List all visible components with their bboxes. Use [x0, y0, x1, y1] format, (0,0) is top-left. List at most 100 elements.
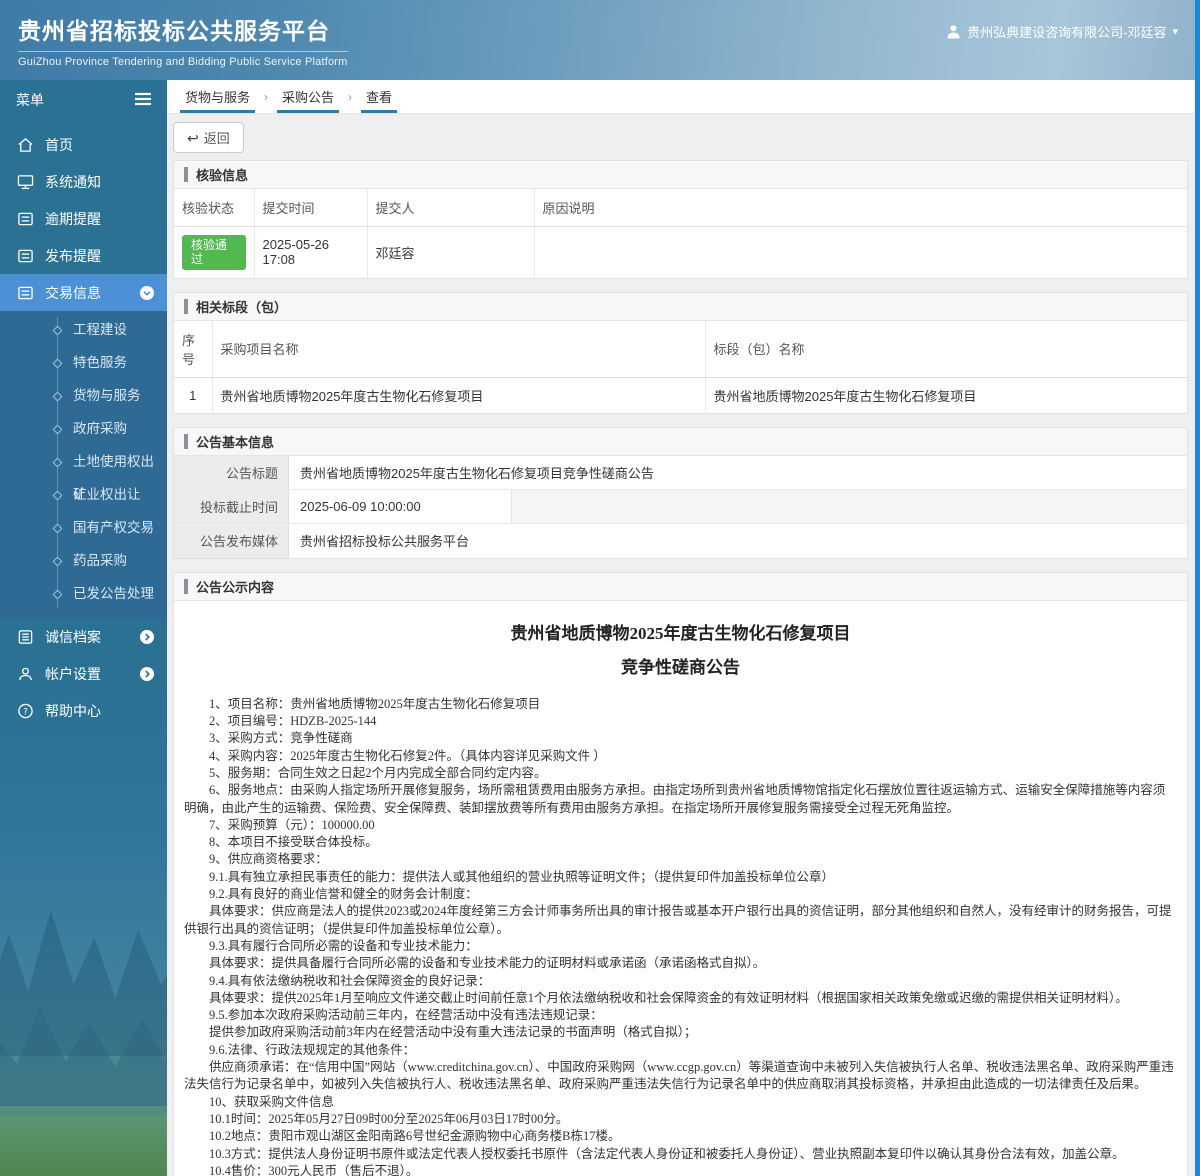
paragraph: 9.6.法律、行政法规规定的其他条件： — [209, 1042, 416, 1057]
column-header: 提交时间 — [254, 189, 368, 227]
menu-label: 菜单 — [16, 92, 44, 108]
home-icon — [17, 137, 34, 153]
paragraph: 1、项目名称：贵州省地质博物2025年度古生物化石修复项目 — [209, 696, 541, 711]
column-header: 提交人 — [367, 189, 535, 227]
paragraph: 9.1.具有独立承担民事责任的能力：提供法人或其他组织的营业执照等证明文件；（提… — [209, 869, 835, 884]
paragraph: 9.5.参加本次政府采购活动前三年内，在经营活动中没有违法违规记录： — [209, 1008, 603, 1023]
user-icon — [946, 24, 961, 39]
paragraph: 4、采购内容：2025年度古生物化石修复2件。（具体内容详见采购文件 ） — [209, 748, 606, 763]
sidebar-item-publish-reminder[interactable]: 发布提醒 — [0, 237, 167, 274]
user-menu[interactable]: 贵州弘典建设咨询有限公司-邓廷容 ▾ — [946, 22, 1178, 41]
document-icon — [17, 285, 34, 301]
paragraph: 5、服务期：合同生效之日起2个月内完成全部合同约定内容。 — [209, 765, 547, 780]
row-number-cell: 1 — [174, 377, 213, 413]
section-marker — [184, 167, 188, 182]
chevron-right-circle-icon — [140, 629, 154, 644]
column-header: 核验状态 — [174, 189, 255, 227]
section-title: 公告基本信息 — [196, 434, 275, 450]
sidebar-item-label: 交易信息 — [45, 284, 101, 301]
paragraph: 3、采购方式：竞争性磋商 — [209, 731, 353, 746]
sidebar-item-label: 帮助中心 — [45, 702, 101, 719]
notice-content-panel: 公告公示内容 贵州省地质博物2025年度古生物化石修复项目 竞争性磋商公告 1、… — [173, 571, 1188, 1176]
sections-table: 序号 采购项目名称 标段（包）名称 1 贵州省地质博物2025年度古生物化石修复… — [174, 320, 1187, 413]
section-title: 相关标段（包） — [196, 299, 288, 315]
main-content: 货物与服务 › 采购公告 › 查看 ↩ 返回 核验信息 核验状态 提交时间 提交… — [167, 80, 1200, 1176]
breadcrumb-view[interactable]: 查看 — [361, 80, 398, 114]
breadcrumb-separator-icon: › — [264, 89, 269, 104]
document-paragraphs: 1、项目名称：贵州省地质博物2025年度古生物化石修复项目 2、项目编号：HDZ… — [184, 696, 1177, 1176]
submenu-item-mining-rights[interactable]: 矿业权出让 — [0, 478, 167, 511]
trade-info-submenu: 工程建设 特色服务 货物与服务 政府采购 土地使用权出让 矿业权出让 国有产权交… — [0, 311, 167, 618]
column-header: 序号 — [174, 320, 213, 378]
column-header: 标段（包）名称 — [705, 320, 1187, 378]
paragraph: 7、采购预算（元）：100000.00 — [209, 817, 375, 832]
info-row-publish-media: 公告发布媒体 贵州省招标投标公共服务平台 — [174, 523, 1187, 558]
back-button[interactable]: ↩ 返回 — [173, 122, 244, 153]
document-title-line1: 贵州省地质博物2025年度古生物化石修复项目 — [510, 623, 851, 643]
hamburger-icon[interactable] — [134, 92, 152, 109]
sidebar-item-system-notice[interactable]: 系统通知 — [0, 163, 167, 200]
verification-info-panel: 核验信息 核验状态 提交时间 提交人 原因说明 核验通过 2025-05-26 … — [173, 160, 1188, 279]
empty-cell — [512, 489, 1187, 523]
document-title-line2: 竞争性磋商公告 — [621, 657, 740, 677]
page-root: 贵州省招标投标公共服务平台 GuiZhou Province Tendering… — [0, 0, 1200, 1176]
svg-text:?: ? — [23, 706, 28, 716]
sidebar-item-label: 发布提醒 — [45, 247, 101, 264]
chevron-right-circle-icon — [140, 666, 154, 681]
reason-cell — [534, 227, 1187, 278]
section-marker — [184, 433, 188, 449]
back-icon: ↩ — [187, 129, 199, 146]
list-icon — [17, 629, 34, 645]
verification-table: 核验状态 提交时间 提交人 原因说明 核验通过 2025-05-26 17:08… — [174, 189, 1187, 278]
sidebar-item-trade-info[interactable]: 交易信息 — [0, 274, 167, 311]
sidebar-item-label: 帐户设置 — [45, 665, 101, 682]
sidebar-item-label: 诚信档案 — [45, 628, 101, 645]
user-name: 贵州弘典建设咨询有限公司-邓廷容 — [967, 24, 1167, 40]
paragraph: 2、项目编号：HDZB-2025-144 — [209, 714, 377, 729]
verify-status-cell: 核验通过 — [174, 226, 255, 278]
sidebar-background-fields — [0, 1116, 167, 1176]
paragraph: 9、供应商资格要求： — [209, 852, 328, 867]
column-header: 采购项目名称 — [212, 320, 706, 378]
table-row: 核验通过 2025-05-26 17:08 邓廷容 — [174, 226, 1187, 278]
breadcrumb-procurement-notice[interactable]: 采购公告 — [277, 80, 340, 114]
document-icon — [17, 248, 34, 264]
sidebar-item-home[interactable]: 首页 — [0, 126, 167, 163]
panel-header: 相关标段（包） — [174, 292, 1187, 321]
sidebar: 菜单 首页 系统通知 逾期提醒 发布提醒 交易信息 工程建设 特色服务 货物与服… — [0, 80, 167, 1176]
status-badge: 核验通过 — [182, 235, 246, 270]
submenu-item-goods-services[interactable]: 货物与服务 — [0, 379, 167, 412]
person-icon — [17, 666, 34, 682]
paragraph: 具体要求：提供2025年1月至响应文件递交截止时间前任意1个月依法缴纳税收和社会… — [209, 990, 1128, 1005]
field-label: 公告发布媒体 — [174, 523, 289, 558]
submenu-item-engineering[interactable]: 工程建设 — [0, 313, 167, 346]
paragraph: 10.2地点：贵阳市观山湖区金阳南路6号世纪金源购物中心商务楼B栋17楼。 — [209, 1129, 621, 1144]
sidebar-item-overdue-reminder[interactable]: 逾期提醒 — [0, 200, 167, 237]
submenu-item-land-use-rights[interactable]: 土地使用权出让 — [0, 445, 167, 502]
breadcrumb: 货物与服务 › 采购公告 › 查看 — [167, 80, 1200, 114]
submenu-item-gov-procurement[interactable]: 政府采购 — [0, 412, 167, 445]
submenu-item-drug-procurement[interactable]: 药品采购 — [0, 544, 167, 577]
paragraph: 具体要求：供应商是法人的提供2023或2024年度经第三方会计师事务所出具的审计… — [184, 904, 1172, 936]
submenu-item-special-services[interactable]: 特色服务 — [0, 346, 167, 379]
paragraph: 提供参加政府采购活动前3年内在经营活动中没有重大违法记录的书面声明（格式自拟）； — [209, 1025, 697, 1040]
scrollbar[interactable] — [1195, 0, 1200, 1176]
sidebar-item-credit-files[interactable]: 诚信档案 — [0, 618, 167, 655]
info-row-bid-deadline: 投标截止时间 2025-06-09 10:00:00 — [174, 489, 1187, 524]
paragraph: 供应商须承诺：在“信用中国”网站（www.creditchina.gov.cn）… — [184, 1060, 1174, 1092]
breadcrumb-goods-services[interactable]: 货物与服务 — [180, 80, 256, 114]
column-header: 原因说明 — [534, 189, 1187, 227]
chevron-down-circle-icon — [140, 285, 154, 300]
paragraph: 10.3方式：提供法人身份证明书原件或法定代表人授权委托书原件（含法定代表人身份… — [209, 1146, 1125, 1161]
paragraph: 10.4售价：300元人民币（售后不退）。 — [209, 1163, 419, 1176]
paragraph: 9.4.具有依法缴纳税收和社会保障资金的良好记录： — [209, 973, 491, 988]
paragraph: 9.3.具有履行合同所必需的设备和专业技术能力： — [209, 938, 478, 953]
sidebar-item-account-settings[interactable]: 帐户设置 — [0, 655, 167, 692]
sidebar-item-help-center[interactable]: ? 帮助中心 — [0, 692, 167, 729]
toolbar: ↩ 返回 — [167, 114, 1200, 160]
document-icon — [17, 211, 34, 227]
submenu-item-state-property[interactable]: 国有产权交易 — [0, 511, 167, 544]
monitor-icon — [17, 174, 34, 190]
submenu-item-published-notices[interactable]: 已发公告处理 — [0, 577, 167, 610]
paragraph: 6、服务地点：由采购人指定场所开展修复服务，场所需租赁费用由服务方承担。由指定场… — [184, 783, 1166, 815]
